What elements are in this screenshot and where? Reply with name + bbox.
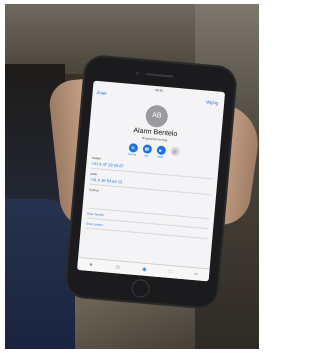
star-icon[interactable]: ★	[88, 262, 93, 268]
contacts-icon[interactable]: ◉	[142, 267, 147, 273]
mail-action[interactable]: @	[169, 146, 180, 161]
back-link[interactable]: Zoek	[96, 90, 106, 96]
front-camera	[135, 71, 140, 76]
tab-bar: ★ ◷ ◉ ∷ ∞	[77, 256, 210, 282]
message-action-label: bericht	[128, 152, 137, 157]
keypad-icon[interactable]: ∷	[169, 269, 173, 275]
video-action[interactable]: ▶ video	[155, 145, 166, 159]
clock-icon[interactable]: ◷	[115, 264, 120, 270]
edit-link[interactable]: Wijzig	[206, 100, 218, 106]
phone-screen: 09:45 Zoek Wijzig AB Alarm Bentelo Briga…	[77, 80, 226, 282]
home-button[interactable]	[130, 278, 151, 299]
photo-frame: 09:45 Zoek Wijzig AB Alarm Bentelo Briga…	[0, 0, 264, 353]
smartphone: 09:45 Zoek Wijzig AB Alarm Bentelo Briga…	[65, 55, 237, 309]
earpiece-speaker	[145, 73, 174, 78]
photo: 09:45 Zoek Wijzig AB Alarm Bentelo Briga…	[5, 4, 259, 349]
blue-sleeve	[5, 199, 75, 349]
video-icon: ▶	[155, 145, 166, 156]
avatar: AB	[144, 104, 169, 129]
video-action-label: video	[156, 155, 164, 159]
message-icon: ✉	[128, 142, 138, 153]
mail-icon: @	[169, 146, 180, 157]
message-action[interactable]: ✉ bericht	[128, 142, 138, 157]
call-action-label: bel	[144, 154, 149, 158]
phone-icon: ☎	[141, 144, 152, 154]
voicemail-icon[interactable]: ∞	[194, 271, 198, 277]
call-action[interactable]: ☎ bel	[141, 144, 152, 158]
